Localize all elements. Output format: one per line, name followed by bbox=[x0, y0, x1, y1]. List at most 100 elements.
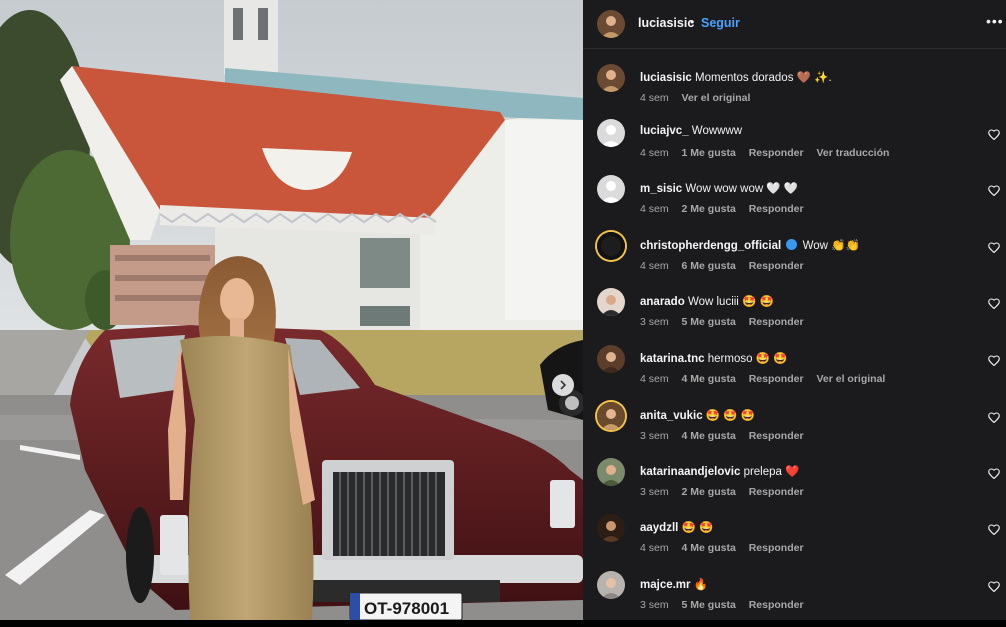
reply-button[interactable]: Responder bbox=[749, 542, 804, 554]
like-heart-icon[interactable] bbox=[988, 353, 1000, 371]
reply-button[interactable]: Responder bbox=[749, 203, 804, 215]
comment-avatar[interactable] bbox=[597, 119, 625, 147]
comment-text: 🔥 bbox=[693, 579, 709, 591]
profile-photo-icon bbox=[597, 345, 625, 373]
comment-item: aaydzll 🤩 🤩 4 sem 4 Me gusta Responder bbox=[583, 514, 1006, 570]
comment-text-line: katarina.tnc hermoso 🤩 🤩 bbox=[640, 351, 788, 365]
comment-text-line: katarinaandjelovic prelepa ❤️ bbox=[640, 464, 799, 478]
comment-meta: 4 sem 2 Me gusta Responder bbox=[640, 203, 814, 215]
verified-badge-icon bbox=[786, 239, 798, 250]
comment-username[interactable]: aaydzll bbox=[640, 522, 678, 534]
like-heart-icon[interactable] bbox=[988, 410, 1000, 428]
comment-text-line: christopherdengg_official Wow 👏👏 bbox=[640, 238, 860, 252]
likes-count-button[interactable]: 5 Me gusta bbox=[682, 316, 736, 328]
comment-avatar[interactable] bbox=[597, 458, 625, 486]
likes-count-button[interactable]: 6 Me gusta bbox=[682, 260, 736, 272]
comment-avatar[interactable] bbox=[597, 232, 625, 260]
comment-time: 4 sem bbox=[640, 203, 669, 215]
comment-item: christopherdengg_official Wow 👏👏 4 sem 6… bbox=[583, 232, 1006, 288]
profile-photo-icon bbox=[597, 288, 625, 316]
reply-button[interactable]: Responder bbox=[749, 316, 804, 328]
like-heart-icon[interactable] bbox=[988, 466, 1000, 484]
comment-item: katarinaandjelovic prelepa ❤️ 3 sem 2 Me… bbox=[583, 458, 1006, 514]
likes-count-button[interactable]: 2 Me gusta bbox=[682, 203, 736, 215]
comment-username[interactable]: luciajvc_ bbox=[640, 125, 689, 137]
comment-text: 🤩 🤩 🤩 bbox=[705, 410, 756, 422]
comment-item: majce.mr 🔥 3 sem 5 Me gusta Responder bbox=[583, 571, 1006, 627]
like-heart-icon[interactable] bbox=[988, 522, 1000, 540]
comments-panel: luciasisic • Seguir ••• luciasisic Momen… bbox=[583, 0, 1006, 620]
see-original-button[interactable]: Ver el original bbox=[816, 373, 885, 385]
profile-photo-icon bbox=[597, 571, 625, 599]
profile-photo-icon bbox=[597, 64, 625, 92]
likes-count-button[interactable]: 2 Me gusta bbox=[682, 486, 736, 498]
see-translation-button[interactable]: Ver traducción bbox=[816, 147, 889, 159]
comment-meta: 3 sem 2 Me gusta Responder bbox=[640, 486, 814, 498]
comment-avatar[interactable] bbox=[597, 571, 625, 599]
default-avatar-icon bbox=[597, 175, 625, 203]
like-heart-icon[interactable] bbox=[988, 240, 1000, 258]
separator-dot: • bbox=[690, 15, 695, 29]
author-username[interactable]: luciasisic bbox=[638, 16, 694, 30]
comment-username[interactable]: anita_vukic bbox=[640, 410, 703, 422]
see-original-button[interactable]: Ver el original bbox=[682, 92, 751, 104]
reply-button[interactable]: Responder bbox=[749, 486, 804, 498]
comment-item: katarina.tnc hermoso 🤩 🤩 4 sem 4 Me gust… bbox=[583, 345, 1006, 401]
reply-button[interactable]: Responder bbox=[749, 599, 804, 611]
more-options-icon[interactable]: ••• bbox=[986, 13, 1004, 29]
comment-avatar[interactable] bbox=[597, 175, 625, 203]
comment-avatar[interactable] bbox=[597, 402, 625, 430]
comment-meta: 3 sem 4 Me gusta Responder bbox=[640, 430, 814, 442]
follow-button[interactable]: Seguir bbox=[701, 16, 740, 30]
profile-photo-icon bbox=[597, 514, 625, 542]
post-photo[interactable]: OT-978001 bbox=[0, 0, 583, 620]
comment-time: 4 sem bbox=[640, 373, 669, 385]
comment-avatar[interactable] bbox=[597, 288, 625, 316]
reply-button[interactable]: Responder bbox=[749, 147, 804, 159]
author-avatar[interactable] bbox=[597, 10, 625, 38]
like-heart-icon[interactable] bbox=[988, 296, 1000, 314]
comment-username[interactable]: majce.mr bbox=[640, 579, 691, 591]
like-heart-icon[interactable] bbox=[988, 579, 1000, 597]
comment-text: hermoso 🤩 🤩 bbox=[707, 353, 788, 365]
comment-meta: 4 sem 4 Me gusta Responder bbox=[640, 542, 814, 554]
comment-text-line: majce.mr 🔥 bbox=[640, 577, 708, 591]
comment-time: 4 sem bbox=[640, 542, 669, 554]
comment-time: 3 sem bbox=[640, 430, 669, 442]
comment-meta: 4 sem 6 Me gusta Responder bbox=[640, 260, 814, 272]
caption-time: 4 sem bbox=[640, 92, 669, 104]
comment-username[interactable]: christopherdengg_official bbox=[640, 240, 781, 252]
caption-username[interactable]: luciasisic bbox=[640, 72, 692, 84]
comment-item: anita_vukic 🤩 🤩 🤩 3 sem 4 Me gusta Respo… bbox=[583, 402, 1006, 458]
next-photo-button[interactable] bbox=[552, 374, 574, 396]
comment-time: 3 sem bbox=[640, 599, 669, 611]
comment-username[interactable]: anarado bbox=[640, 296, 685, 308]
caption-avatar[interactable] bbox=[597, 64, 625, 92]
reply-button[interactable]: Responder bbox=[749, 430, 804, 442]
like-heart-icon[interactable] bbox=[988, 127, 1000, 145]
likes-count-button[interactable]: 4 Me gusta bbox=[682, 542, 736, 554]
likes-count-button[interactable]: 4 Me gusta bbox=[682, 430, 736, 442]
comment-username[interactable]: m_sisic bbox=[640, 183, 682, 195]
caption-text-line: luciasisic Momentos dorados 🤎 ✨. bbox=[640, 70, 832, 84]
comment-username[interactable]: katarinaandjelovic bbox=[640, 466, 740, 478]
comment-text: 🤩 🤩 bbox=[681, 522, 714, 534]
comment-meta: 4 sem 1 Me gusta Responder Ver traducció… bbox=[640, 147, 899, 159]
comment-avatar[interactable] bbox=[597, 345, 625, 373]
comment-meta: 3 sem 5 Me gusta Responder bbox=[640, 316, 814, 328]
comment-avatar[interactable] bbox=[597, 514, 625, 542]
reply-button[interactable]: Responder bbox=[749, 373, 804, 385]
profile-photo-icon bbox=[597, 402, 625, 430]
comment-time: 4 sem bbox=[640, 260, 669, 272]
comment-item: luciajvc_ Wowwww 4 sem 1 Me gusta Respon… bbox=[583, 119, 1006, 175]
comment-text-line: anarado Wow luciii 🤩 🤩 bbox=[640, 294, 774, 308]
like-heart-icon[interactable] bbox=[988, 183, 1000, 201]
license-plate-text: OT-978001 bbox=[364, 599, 449, 618]
caption-meta: 4 sem Ver el original bbox=[640, 92, 760, 104]
comment-time: 4 sem bbox=[640, 147, 669, 159]
likes-count-button[interactable]: 4 Me gusta bbox=[682, 373, 736, 385]
comment-username[interactable]: katarina.tnc bbox=[640, 353, 705, 365]
likes-count-button[interactable]: 5 Me gusta bbox=[682, 599, 736, 611]
reply-button[interactable]: Responder bbox=[749, 260, 804, 272]
likes-count-button[interactable]: 1 Me gusta bbox=[682, 147, 736, 159]
